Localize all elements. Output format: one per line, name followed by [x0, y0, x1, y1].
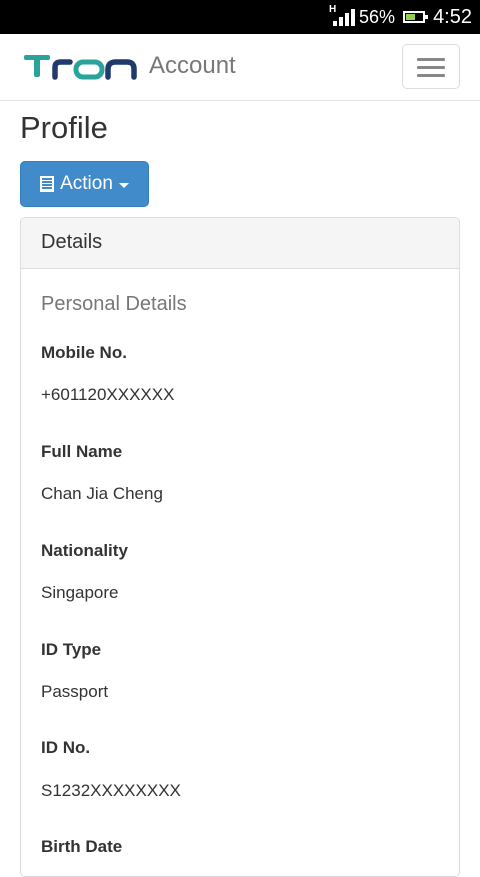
page-title: Profile — [20, 110, 108, 145]
action-label: Action — [60, 173, 113, 194]
tron-logo[interactable] — [24, 51, 139, 83]
hamburger-icon — [417, 58, 445, 61]
menu-toggle-button[interactable] — [402, 44, 460, 89]
nationality-label: Nationality — [41, 541, 128, 560]
section-title: Personal Details — [41, 293, 187, 315]
hamburger-icon-bar — [417, 74, 445, 77]
mobile-value: +601120XXXXXX — [41, 385, 175, 404]
tron-logo-icon — [24, 55, 137, 80]
full-name-label: Full Name — [41, 442, 123, 461]
id-type-value: Passport — [41, 682, 109, 701]
battery-icon — [403, 11, 429, 23]
status-bar: H 56% 4:52 — [0, 0, 480, 34]
details-panel: Details Personal Details Mobile No. +601… — [20, 217, 460, 877]
hamburger-icon-bar — [417, 66, 445, 69]
panel-heading: Details — [21, 218, 459, 269]
clock: 4:52 — [433, 5, 472, 28]
brand-title[interactable]: Account — [149, 52, 236, 80]
full-name-value: Chan Jia Cheng — [41, 484, 163, 503]
action-dropdown-button[interactable]: Action — [20, 161, 149, 207]
nationality-value: Singapore — [41, 583, 119, 602]
birth-date-label: Birth Date — [41, 837, 123, 856]
status-icons: H 56% 4:52 — [329, 0, 472, 34]
id-no-label: ID No. — [41, 738, 91, 757]
navbar: Account — [0, 34, 480, 101]
caret-down-icon — [118, 183, 129, 188]
panel-body: Personal Details Mobile No. +601120XXXXX… — [21, 269, 459, 856]
signal-icon: H — [329, 4, 356, 28]
id-type-label: ID Type — [41, 640, 102, 659]
battery-percent: 56% — [359, 6, 396, 27]
mobile-label: Mobile No. — [41, 343, 127, 362]
id-no-value: S1232XXXXXXXX — [41, 781, 181, 800]
list-icon — [40, 176, 55, 192]
